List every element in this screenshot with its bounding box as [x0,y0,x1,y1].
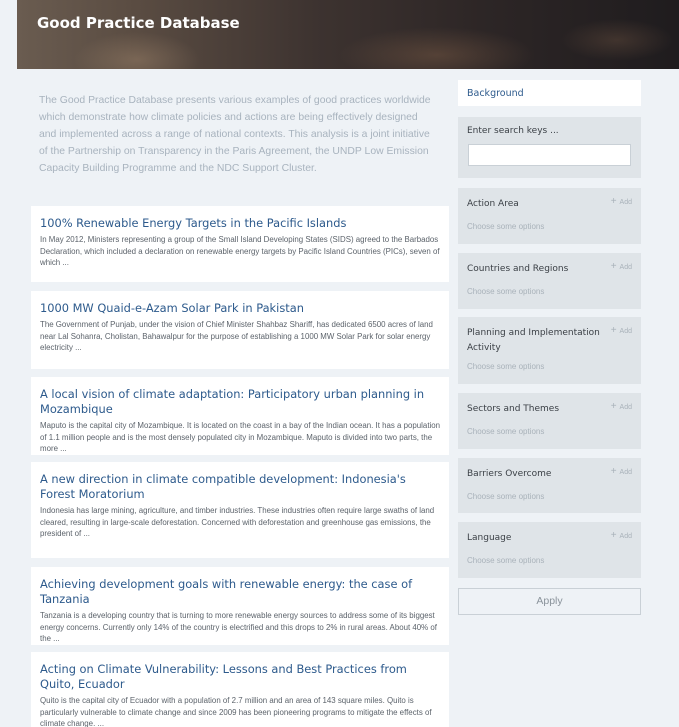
add-label: Add [619,533,632,540]
choose-options-select[interactable]: Choose some options [467,222,632,231]
apply-button[interactable]: Apply [458,588,641,615]
plus-icon: + [610,401,617,412]
result-excerpt: In May 2012, Ministers representing a gr… [40,235,440,267]
result-title-link[interactable]: Achieving development goals with renewab… [40,577,441,607]
add-filter-button[interactable]: + Add [611,325,632,336]
result-card[interactable]: Acting on Climate Vulnerability: Lessons… [31,652,449,727]
add-label: Add [619,264,632,271]
filter-planning-implementation[interactable]: Planning and Implementation Activity + Ad… [458,317,641,384]
search-input[interactable] [468,144,631,166]
plus-icon: + [610,530,617,541]
plus-icon: + [610,196,617,207]
search-label: Enter search keys ... [467,126,559,136]
plus-icon: + [610,261,617,272]
choose-options-select[interactable]: Choose some options [467,362,632,371]
background-link[interactable]: Background [458,80,641,106]
header-banner: Good Practice Database [17,0,679,69]
page-title: Good Practice Database [37,14,240,32]
result-card[interactable]: A local vision of climate adaptation: Pa… [31,377,449,455]
choose-options-select[interactable]: Choose some options [467,492,632,501]
result-title-link[interactable]: Acting on Climate Vulnerability: Lessons… [40,662,441,692]
filter-sectors-themes[interactable]: Sectors and Themes + Add Choose some opti… [458,393,641,449]
add-label: Add [619,328,632,335]
filter-action-area[interactable]: Action Area + Add Choose some options [458,188,641,244]
add-filter-button[interactable]: + Add [611,401,632,412]
filter-label: Sectors and Themes [467,404,560,414]
add-filter-button[interactable]: + Add [611,196,632,207]
filter-language[interactable]: Language + Add Choose some options [458,522,641,578]
plus-icon: + [610,466,617,477]
filter-countries-regions[interactable]: Countries and Regions + Add Choose some o… [458,253,641,309]
result-title-link[interactable]: 1000 MW Quaid-e-Azam Solar Park in Pakis… [40,301,441,316]
add-label: Add [619,199,632,206]
result-card[interactable]: 100% Renewable Energy Targets in the Pac… [31,206,449,282]
plus-icon: + [610,325,617,336]
add-label: Add [619,404,632,411]
filter-label: Action Area [467,199,519,209]
result-excerpt: The Government of Punjab, under the visi… [40,320,433,352]
result-excerpt: Quito is the capital city of Ecuador wit… [40,696,432,727]
filter-label: Planning and Implementation Activity [467,328,600,353]
filter-label: Language [467,533,512,543]
intro-text: The Good Practice Database presents vari… [39,95,431,174]
add-filter-button[interactable]: + Add [611,261,632,272]
choose-options-select[interactable]: Choose some options [467,427,632,436]
add-filter-button[interactable]: + Add [611,530,632,541]
result-card[interactable]: A new direction in climate compatible de… [31,462,449,558]
result-excerpt: Indonesia has large mining, agriculture,… [40,506,435,538]
result-title-link[interactable]: A new direction in climate compatible de… [40,472,441,502]
result-title-link[interactable]: 100% Renewable Energy Targets in the Pac… [40,216,441,231]
result-excerpt: Maputo is the capital city of Mozambique… [40,421,441,453]
result-excerpt: Tanzania is a developing country that is… [40,611,437,643]
add-filter-button[interactable]: + Add [611,466,632,477]
filter-label: Countries and Regions [467,264,569,274]
search-panel: Enter search keys ... [458,117,641,178]
result-card[interactable]: 1000 MW Quaid-e-Azam Solar Park in Pakis… [31,291,449,369]
result-title-link[interactable]: A local vision of climate adaptation: Pa… [40,387,441,417]
choose-options-select[interactable]: Choose some options [467,556,632,565]
filter-barriers-overcome[interactable]: Barriers Overcome + Add Choose some optio… [458,458,641,513]
add-label: Add [619,469,632,476]
filter-label: Barriers Overcome [467,469,552,479]
result-card[interactable]: Achieving development goals with renewab… [31,567,449,645]
choose-options-select[interactable]: Choose some options [467,287,632,296]
